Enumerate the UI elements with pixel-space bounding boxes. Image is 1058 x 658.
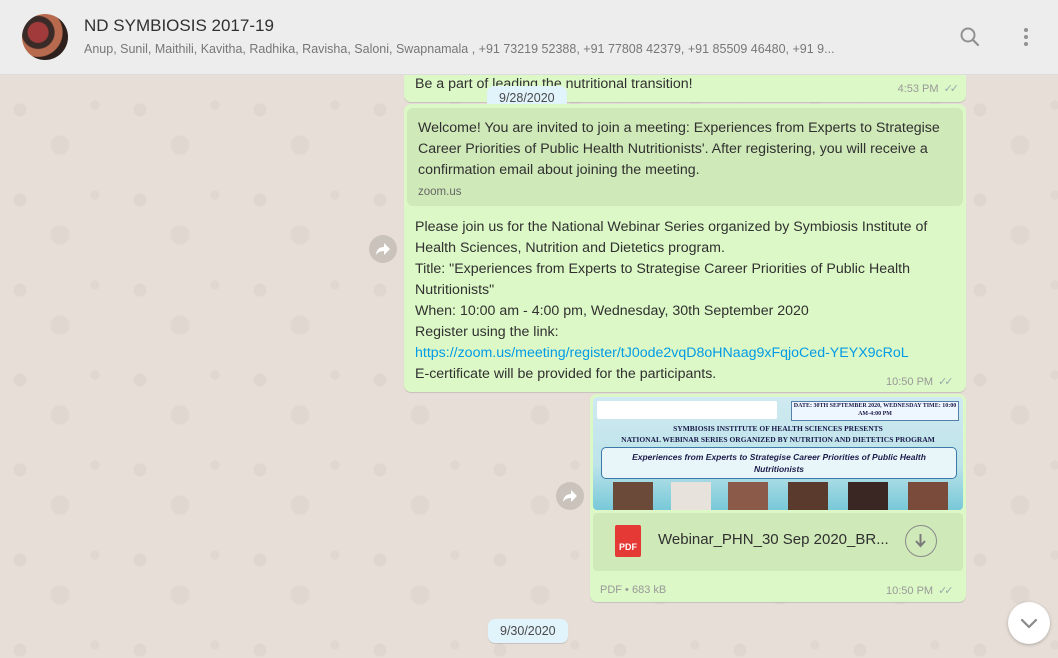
pdf-file-icon: PDF bbox=[615, 525, 641, 557]
preview-text: Welcome! You are invited to join a meeti… bbox=[418, 120, 940, 178]
menu-button[interactable] bbox=[1011, 22, 1041, 52]
message-body: Please join us for the National Webinar … bbox=[415, 217, 960, 385]
document-file-row[interactable]: PDF Webinar_PHN_30 Sep 2020_BR... bbox=[593, 513, 963, 571]
poster-date-box: DATE: 30TH SEPTEMBER 2020, WEDNESDAY TIM… bbox=[791, 401, 959, 421]
participants-list[interactable]: Anup, Sunil, Maithili, Kavitha, Radhika,… bbox=[84, 42, 934, 56]
chevron-down-icon bbox=[1020, 618, 1038, 629]
poster-line: NATIONAL WEBINAR SERIES ORGANIZED BY NUT… bbox=[621, 435, 935, 444]
forward-button[interactable] bbox=[369, 235, 397, 263]
pdf-file-icon-label: PDF bbox=[619, 542, 637, 552]
speaker-photo bbox=[908, 482, 948, 510]
time-label: 10:50 PM bbox=[886, 376, 934, 388]
preview-domain: zoom.us bbox=[418, 186, 462, 198]
forward-icon bbox=[563, 490, 577, 502]
time-label: 4:53 PM bbox=[897, 83, 939, 95]
message-line: When: 10:00 am - 4:00 pm, Wednesday, 30t… bbox=[415, 303, 809, 319]
search-button[interactable] bbox=[955, 22, 985, 52]
message-line: Register using the link: bbox=[415, 324, 559, 340]
scroll-down-button[interactable] bbox=[1008, 602, 1050, 644]
group-title[interactable]: ND SYMBIOSIS 2017-19 bbox=[84, 16, 274, 36]
forward-icon bbox=[376, 243, 390, 255]
message-line: Title: "Experiences from Experts to Stra… bbox=[415, 261, 910, 298]
chat-header[interactable]: ND SYMBIOSIS 2017-19 Anup, Sunil, Maithi… bbox=[0, 0, 1058, 75]
menu-dots-icon bbox=[1024, 28, 1028, 46]
group-avatar[interactable] bbox=[22, 14, 68, 60]
speaker-photo bbox=[613, 482, 653, 510]
message-time: 10:50 PM ✓✓ bbox=[886, 584, 954, 597]
poster-heading: Experiences from Experts to Strategise C… bbox=[632, 452, 926, 474]
poster-heading-box: Experiences from Experts to Strategise C… bbox=[601, 447, 957, 479]
message-line: E-certificate will be provided for the p… bbox=[415, 366, 717, 382]
time-label: 10:50 PM bbox=[886, 585, 934, 597]
date-separator: 9/30/2020 bbox=[488, 619, 568, 643]
message-time: 10:50 PM ✓✓ bbox=[886, 375, 954, 388]
poster-line: SYMBIOSIS INSTITUTE OF HEALTH SCIENCES P… bbox=[673, 424, 883, 433]
file-name: Webinar_PHN_30 Sep 2020_BR... bbox=[658, 531, 889, 548]
document-thumbnail[interactable]: DATE: 30TH SEPTEMBER 2020, WEDNESDAY TIM… bbox=[593, 397, 963, 510]
download-icon bbox=[915, 534, 926, 548]
register-link[interactable]: https://zoom.us/meeting/register/tJ0ode2… bbox=[415, 343, 960, 364]
double-check-icon: ✓✓ bbox=[938, 376, 954, 388]
speaker-photo bbox=[671, 482, 711, 510]
double-check-icon: ✓✓ bbox=[943, 83, 960, 95]
poster-logos bbox=[597, 401, 777, 419]
link-preview[interactable]: Welcome! You are invited to join a meeti… bbox=[407, 108, 963, 206]
double-check-icon: ✓✓ bbox=[938, 585, 954, 597]
message-line: Please join us for the National Webinar … bbox=[415, 219, 928, 256]
forward-button[interactable] bbox=[556, 482, 584, 510]
speaker-photo bbox=[728, 482, 768, 510]
speaker-photo bbox=[848, 482, 888, 510]
message-time: 4:53 PM ✓✓ bbox=[897, 82, 960, 95]
search-icon bbox=[960, 27, 980, 47]
download-button[interactable] bbox=[905, 525, 937, 557]
speaker-photo bbox=[788, 482, 828, 510]
file-meta: PDF • 683 kB bbox=[600, 584, 667, 596]
